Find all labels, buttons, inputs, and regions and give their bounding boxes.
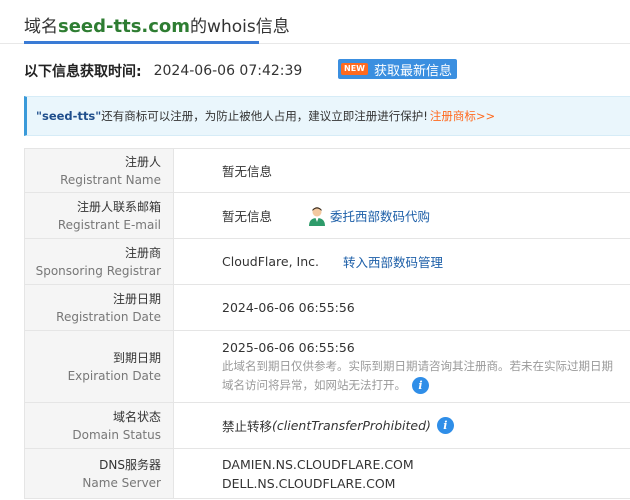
- email-value: 暂无信息: [222, 209, 273, 224]
- title-suffix: 的whois信息: [190, 17, 290, 37]
- label-zh: 域名状态: [112, 409, 161, 424]
- row-label: 域名状态 Domain Status: [24, 403, 174, 448]
- whois-table: 注册人 Registrant Name 暂无信息 注册人联系邮箱 Registr…: [24, 148, 630, 499]
- label-en: Registration Date: [56, 309, 161, 324]
- row-value: 暂无信息 委托西部数码代购: [174, 193, 630, 238]
- row-value: DAMIEN.NS.CLOUDFLARE.COM DELL.NS.CLOUDFL…: [174, 449, 630, 498]
- notice-keyword: "seed-tts": [36, 109, 102, 123]
- row-value: 禁止转移 (clientTransferProhibited) i: [174, 403, 630, 448]
- table-row-email: 注册人联系邮箱 Registrant E-mail 暂无信息 委托西部数码代购: [24, 193, 630, 239]
- table-row-registration-date: 注册日期 Registration Date 2024-06-06 06:55:…: [24, 285, 630, 331]
- name-server-1: DAMIEN.NS.CLOUDFLARE.COM: [222, 456, 414, 472]
- register-trademark-link[interactable]: 注册商标>>: [430, 108, 495, 124]
- expiration-note-line1: 此域名到期日仅供参考。实际到期日期请咨询其注册商。若未在实际过期日期: [222, 359, 613, 373]
- title-active-underline: [24, 41, 259, 44]
- row-label: 注册商 Sponsoring Registrar: [24, 239, 174, 284]
- table-row-name-server: DNS服务器 Name Server DAMIEN.NS.CLOUDFLARE.…: [24, 449, 630, 499]
- label-zh: DNS服务器: [99, 457, 161, 472]
- fetch-time-label: 以下信息获取时间:: [24, 64, 142, 80]
- registrant-value: 暂无信息: [222, 164, 273, 179]
- label-en: Expiration Date: [67, 368, 161, 383]
- row-value: 2025-06-06 06:55:56 此域名到期日仅供参考。实际到期日期请咨询…: [174, 331, 630, 402]
- row-value: 暂无信息: [174, 149, 630, 192]
- label-en: Name Server: [82, 475, 161, 490]
- label-en: Registrant Name: [60, 172, 161, 187]
- label-en: Sponsoring Registrar: [35, 263, 161, 278]
- title-domain: seed-tts.com: [58, 16, 191, 37]
- status-value-en: (clientTransferProhibited): [272, 418, 431, 433]
- refresh-info-label: 获取最新信息: [373, 63, 452, 79]
- label-en: Registrant E-mail: [57, 217, 161, 232]
- row-label: DNS服务器 Name Server: [24, 449, 174, 498]
- new-badge: NEW: [341, 63, 368, 75]
- table-row-expiration-date: 到期日期 Expiration Date 2025-06-06 06:55:56…: [24, 331, 630, 403]
- page-title: 域名seed-tts.com的whois信息: [24, 12, 290, 37]
- fetch-time-value: 2024-06-06 07:42:39: [153, 63, 303, 79]
- label-zh: 注册人: [124, 154, 161, 169]
- status-value-zh: 禁止转移: [222, 419, 273, 434]
- row-label: 到期日期 Expiration Date: [24, 331, 174, 402]
- info-icon[interactable]: i: [412, 377, 429, 394]
- label-zh: 注册日期: [112, 291, 161, 306]
- row-label: 注册人联系邮箱 Registrant E-mail: [24, 193, 174, 238]
- person-icon: [309, 206, 326, 226]
- row-label: 注册日期 Registration Date: [24, 285, 174, 330]
- proxy-purchase-link[interactable]: 委托西部数码代购: [330, 206, 430, 225]
- label-zh: 注册人联系邮箱: [76, 199, 161, 214]
- whois-page: 域名seed-tts.com的whois信息 以下信息获取时间: 2024-06…: [0, 0, 630, 500]
- label-zh: 到期日期: [112, 350, 161, 365]
- expiration-note-line2: 域名访问将异常，如网站无法打开。: [222, 378, 406, 392]
- name-server-2: DELL.NS.CLOUDFLARE.COM: [222, 475, 396, 491]
- row-value: CloudFlare, Inc. 转入西部数码管理: [174, 239, 630, 284]
- table-row-registrant: 注册人 Registrant Name 暂无信息: [24, 149, 630, 193]
- table-row-registrar: 注册商 Sponsoring Registrar CloudFlare, Inc…: [24, 239, 630, 285]
- notice-text: 还有商标可以注册，为防止被他人占用，建议立即注册进行保护!: [101, 109, 428, 123]
- registration-date-value: 2024-06-06 06:55:56: [222, 300, 355, 315]
- info-icon[interactable]: i: [436, 417, 454, 434]
- label-en: Domain Status: [72, 427, 161, 442]
- row-label: 注册人 Registrant Name: [24, 149, 174, 192]
- expiration-date-value: 2025-06-06 06:55:56: [222, 340, 355, 355]
- registrar-value: CloudFlare, Inc.: [222, 254, 319, 269]
- fetch-time-line: 以下信息获取时间: 2024-06-06 07:42:39: [24, 60, 302, 82]
- title-prefix: 域名: [24, 17, 58, 37]
- trademark-notice: "seed-tts" 还有商标可以注册，为防止被他人占用，建议立即注册进行保护!…: [24, 96, 630, 136]
- label-zh: 注册商: [124, 245, 161, 260]
- transfer-link[interactable]: 转入西部数码管理: [343, 252, 443, 271]
- row-value: 2024-06-06 06:55:56: [174, 285, 630, 330]
- refresh-info-button[interactable]: NEW 获取最新信息: [338, 59, 457, 79]
- table-row-domain-status: 域名状态 Domain Status 禁止转移 (clientTransferP…: [24, 403, 630, 449]
